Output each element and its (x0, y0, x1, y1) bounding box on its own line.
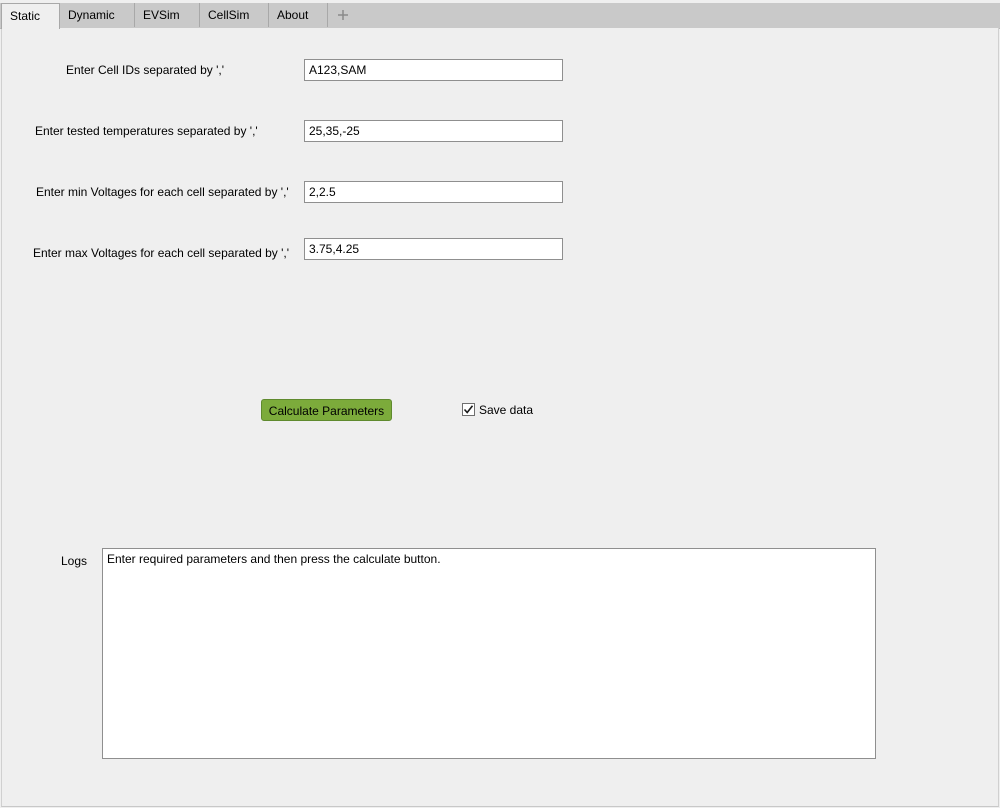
save-data-label: Save data (479, 403, 534, 417)
tab-evsim[interactable]: EVSim (135, 3, 200, 27)
tab-label: CellSim (208, 8, 250, 22)
min-voltages-label: Enter min Voltages for each cell separat… (36, 185, 289, 199)
tab-bar: Static Dynamic EVSim CellSim About (0, 3, 1000, 29)
tab-static[interactable]: Static (1, 3, 60, 29)
tab-label: Static (10, 9, 41, 23)
tab-about[interactable]: About (269, 3, 328, 27)
tab-label: About (277, 8, 309, 22)
max-voltages-input[interactable] (304, 238, 563, 260)
logs-textarea[interactable]: Enter required parameters and then press… (102, 548, 876, 759)
temperatures-label: Enter tested temperatures separated by '… (35, 124, 258, 138)
plus-icon[interactable] (334, 3, 352, 27)
logs-label: Logs (61, 554, 88, 568)
tab-cellsim[interactable]: CellSim (200, 3, 269, 27)
save-data-checkbox[interactable] (462, 403, 475, 416)
logs-text: Enter required parameters and then press… (107, 552, 441, 566)
temperatures-input[interactable] (304, 120, 563, 142)
tab-label: EVSim (143, 8, 180, 22)
max-voltages-label: Enter max Voltages for each cell separat… (33, 246, 290, 260)
checkmark-icon (463, 405, 474, 414)
min-voltages-input[interactable] (304, 181, 563, 203)
tab-dynamic[interactable]: Dynamic (60, 3, 135, 27)
tab-label: Dynamic (68, 8, 115, 22)
calculate-parameters-button[interactable]: Calculate Parameters (261, 399, 392, 421)
app-window: Static Dynamic EVSim CellSim About Enter… (0, 0, 1000, 808)
cell-ids-label: Enter Cell IDs separated by ',' (66, 63, 224, 77)
cell-ids-input[interactable] (304, 59, 563, 81)
